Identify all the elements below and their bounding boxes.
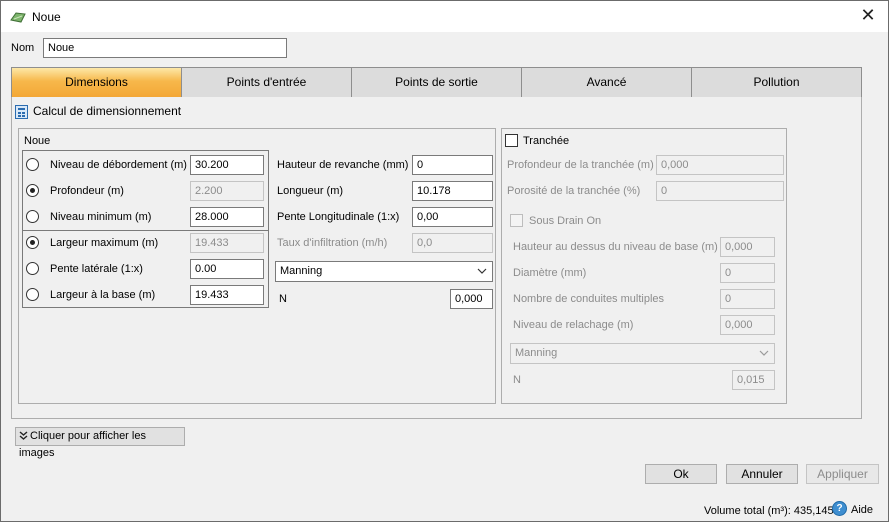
multiple-pipes-input: 0 <box>720 289 775 309</box>
max-width-label: Largeur maximum (m) <box>50 237 159 249</box>
subdrain-label: Sous Drain On <box>529 215 602 227</box>
tab-outlets[interactable]: Points de sortie <box>351 67 522 98</box>
long-slope-label: Pente Longitudinale (1:x) <box>277 211 400 223</box>
calculator-icon <box>15 105 28 119</box>
side-slope-input[interactable]: 0.00 <box>190 259 264 279</box>
long-slope-input[interactable]: 0,00 <box>412 207 493 227</box>
help-icon[interactable]: ? <box>832 501 847 516</box>
max-width-input: 19.433 <box>190 233 264 253</box>
swale-icon <box>10 12 26 23</box>
apply-button: Appliquer <box>806 464 879 484</box>
release-level-input: 0,000 <box>720 315 775 335</box>
show-images-button[interactable]: Cliquer pour afficher les images <box>15 427 185 459</box>
overflow-level-radio[interactable] <box>26 158 39 171</box>
infiltration-input: 0,0 <box>412 233 493 253</box>
max-width-radio[interactable] <box>26 236 39 249</box>
multiple-pipes-label: Nombre de conduites multiples <box>513 293 665 305</box>
subdrain-checkbox[interactable] <box>510 214 523 227</box>
ok-button[interactable]: Ok <box>645 464 717 484</box>
tab-bar: Dimensions Points d'entrée Points de sor… <box>11 67 862 98</box>
length-input[interactable]: 10.178 <box>412 181 493 201</box>
cancel-button[interactable]: Annuler <box>726 464 798 484</box>
base-width-radio[interactable] <box>26 288 39 301</box>
height-above-base-label: Hauteur au dessus du niveau de base (m) <box>513 241 718 253</box>
length-label: Longueur (m) <box>277 185 344 197</box>
subdrain-roughness-value: Manning <box>515 347 558 359</box>
overflow-level-label: Niveau de débordement (m) <box>50 159 187 171</box>
chevron-down-icon <box>759 350 769 356</box>
roughness-select[interactable]: Manning <box>275 261 493 282</box>
subdrain-n-label: N <box>513 374 521 386</box>
infiltration-label: Taux d'infiltration (m/h) <box>277 237 388 249</box>
side-slope-radio[interactable] <box>26 262 39 275</box>
freeboard-label: Hauteur de revanche (mm) <box>277 159 409 171</box>
noue-group-label: Noue <box>24 135 51 147</box>
title-bar: Noue ✕ <box>1 1 888 32</box>
total-volume: Volume total (m³): 435,145 <box>704 505 834 517</box>
depth-label: Profondeur (m) <box>50 185 124 197</box>
close-icon[interactable]: ✕ <box>858 5 878 25</box>
tab-advanced[interactable]: Avancé <box>521 67 692 98</box>
dialog-window: Noue ✕ Nom Noue Dimensions Points d'entr… <box>0 0 889 522</box>
height-above-base-input: 0,000 <box>720 237 775 257</box>
trench-depth-label: Profondeur de la tranchée (m) <box>507 159 654 171</box>
min-level-label: Niveau minimum (m) <box>50 211 152 223</box>
section-title: Calcul de dimensionnement <box>33 104 182 118</box>
show-images-label: Cliquer pour afficher les images <box>19 430 146 459</box>
diameter-label: Diamètre (mm) <box>513 267 587 279</box>
min-level-input[interactable]: 28.000 <box>190 207 264 227</box>
depth-radio[interactable] <box>26 184 39 197</box>
trench-checkbox[interactable] <box>505 134 518 147</box>
double-chevron-down-icon <box>19 431 28 440</box>
base-width-input[interactable]: 19.433 <box>190 285 264 305</box>
tab-inlets[interactable]: Points d'entrée <box>181 67 352 98</box>
overflow-level-input[interactable]: 30.200 <box>190 155 264 175</box>
subdrain-roughness-select: Manning <box>510 343 775 364</box>
tab-pollution[interactable]: Pollution <box>691 67 862 98</box>
min-level-radio[interactable] <box>26 210 39 223</box>
trench-depth-input: 0,000 <box>656 155 784 175</box>
roughness-select-value: Manning <box>280 265 323 277</box>
name-input[interactable]: Noue <box>43 38 287 58</box>
name-label: Nom <box>11 42 35 54</box>
base-width-label: Largeur à la base (m) <box>50 289 156 301</box>
release-level-label: Niveau de relachage (m) <box>513 319 634 331</box>
trench-porosity-label: Porosité de la tranchée (%) <box>507 185 641 197</box>
window-title: Noue <box>32 10 61 24</box>
help-link[interactable]: Aide <box>851 504 873 516</box>
side-slope-label: Pente latérale (1:x) <box>50 263 143 275</box>
diameter-input: 0 <box>720 263 775 283</box>
depth-input: 2.200 <box>190 181 264 201</box>
n-label: N <box>279 293 287 305</box>
subdrain-n-input: 0,015 <box>732 370 775 390</box>
trench-porosity-input: 0 <box>656 181 784 201</box>
freeboard-input[interactable]: 0 <box>412 155 493 175</box>
trench-label: Tranchée <box>523 135 570 147</box>
n-input[interactable]: 0,000 <box>450 289 493 309</box>
tab-dimensions[interactable]: Dimensions <box>11 67 182 98</box>
chevron-down-icon <box>477 268 487 274</box>
